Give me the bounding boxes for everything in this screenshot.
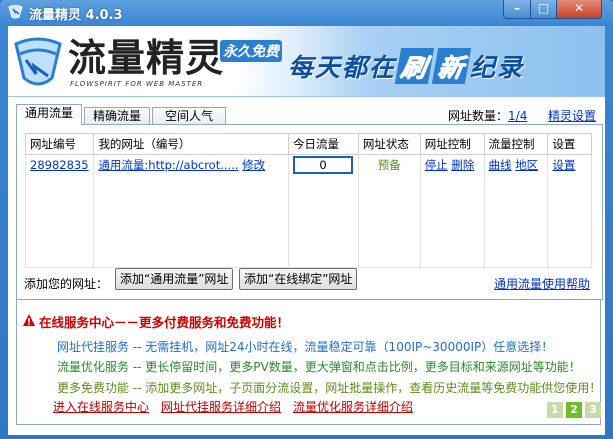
slogan-part-c: 新: [431, 48, 472, 84]
service-title: 在线服务中心－－更多付费服务和免费功能！: [39, 315, 290, 330]
minimize-button[interactable]: –: [503, 0, 531, 19]
sprite-settings-link[interactable]: 精灵设置: [548, 107, 596, 124]
stop-link[interactable]: 停止: [425, 158, 448, 172]
col-site-status[interactable]: 网址状态: [357, 133, 421, 155]
service-line-hosting: 网址代挂服务 -- 无需挂机，网址24小时在线，流量稳定可靠（100IP~300…: [57, 340, 554, 354]
table-row[interactable]: 28982835 通用流量:http://abcrot..... 修改 0 预备…: [24, 154, 592, 175]
slogan-part-d: 纪录: [470, 53, 525, 82]
status-badge: 预备: [377, 158, 401, 172]
add-online-bind-button[interactable]: 添加“在线绑定”网址: [239, 268, 358, 290]
sites-table: 网址编号 我的网址（编号） 今日流量 网址状态 网址控制 流量控制 设置 289…: [24, 133, 592, 268]
row-settings-link[interactable]: 设置: [552, 158, 575, 172]
site-count-value[interactable]: 1/4: [508, 109, 527, 123]
window-title: 流量精灵 4.0.3: [29, 8, 123, 23]
page-1-button[interactable]: 1: [547, 402, 563, 418]
optimize-details-link[interactable]: 流量优化服务详细介绍: [293, 400, 413, 414]
free-tag: 永久免费: [220, 40, 282, 62]
page-2-button[interactable]: 2: [566, 402, 582, 418]
col-site-control[interactable]: 网址控制: [419, 133, 485, 155]
service-line-optimize: 流量优化服务 -- 更长停留时间，更多PV数量，更大弹窗和点击比例，更多目标和来…: [57, 360, 581, 374]
shield-logo-icon: [14, 37, 62, 86]
service-center-panel: 在线服务中心－－更多付费服务和免费功能！ 网址代挂服务 -- 无需挂机，网址24…: [16, 299, 601, 425]
service-line-free: 更多免费功能 -- 添加更多网址，子页面分流设置，网址批量操作，查看历史流量等免…: [57, 381, 602, 395]
tab-general-traffic[interactable]: 通用流量: [16, 104, 82, 125]
slogan-part-b: 刷: [394, 48, 435, 84]
curve-link[interactable]: 曲线: [489, 158, 512, 172]
col-site-id[interactable]: 网址编号: [24, 133, 95, 155]
page-3-button[interactable]: 3: [585, 402, 601, 418]
banner: 流量精灵 FLOWSPIRIT FOR WEB MASTER 永久免费 每天都在…: [8, 26, 605, 97]
tab-space-popularity[interactable]: 空间人气: [152, 107, 226, 125]
slogan-part-a: 每天都在: [288, 53, 397, 82]
client-area: 流量精灵 FLOWSPIRIT FOR WEB MASTER 永久免费 每天都在…: [8, 26, 605, 435]
enter-service-center-link[interactable]: 进入在线服务中心: [53, 400, 149, 414]
hosting-details-link[interactable]: 网址代挂服务详细介绍: [161, 400, 281, 414]
site-count-label: 网址数量：: [448, 109, 509, 123]
site-count: 网址数量：1/4: [448, 107, 527, 124]
warning-icon: [23, 314, 35, 326]
title-bar[interactable]: 流量精灵 4.0.3 – □ ✕: [0, 0, 613, 24]
col-my-url[interactable]: 我的网址（编号）: [93, 133, 289, 155]
table-row-empty: [24, 175, 592, 199]
app-logo-icon: [8, 5, 23, 19]
col-settings[interactable]: 设置: [547, 133, 592, 155]
region-link[interactable]: 地区: [515, 158, 538, 172]
slogan: 每天都在刷新纪录: [288, 48, 524, 84]
edit-link[interactable]: 修改: [242, 158, 265, 172]
add-general-traffic-button[interactable]: 添加“通用流量”网址: [115, 268, 234, 290]
site-id-link[interactable]: 28982835: [30, 158, 89, 172]
today-traffic-value: 0: [292, 156, 353, 174]
close-button[interactable]: ✕: [556, 0, 602, 19]
col-today-traffic[interactable]: 今日流量: [287, 133, 359, 155]
service-links: 进入在线服务中心 网址代挂服务详细介绍 流量优化服务详细介绍: [53, 398, 425, 415]
add-site-label: 添加您的网址：: [24, 277, 109, 291]
delete-link[interactable]: 删除: [451, 158, 474, 172]
logo-text: 流量精灵: [68, 36, 225, 80]
app-window: 流量精灵 4.0.3 – □ ✕ 流量精灵 FLOWSPIRIT FOR WEB…: [0, 0, 613, 439]
maximize-button[interactable]: □: [530, 0, 557, 19]
table-row-filler: [24, 199, 592, 268]
col-traffic-control[interactable]: 流量控制: [483, 133, 549, 155]
table-header-row: 网址编号 我的网址（编号） 今日流量 网址状态 网址控制 流量控制 设置: [24, 133, 592, 155]
logo-subtitle: FLOWSPIRIT FOR WEB MASTER: [70, 80, 204, 88]
tab-precise-traffic[interactable]: 精确流量: [84, 107, 150, 125]
general-traffic-help-link[interactable]: 通用流量使用帮助: [494, 275, 590, 292]
site-url-link[interactable]: 通用流量:http://abcrot.....: [98, 158, 238, 172]
